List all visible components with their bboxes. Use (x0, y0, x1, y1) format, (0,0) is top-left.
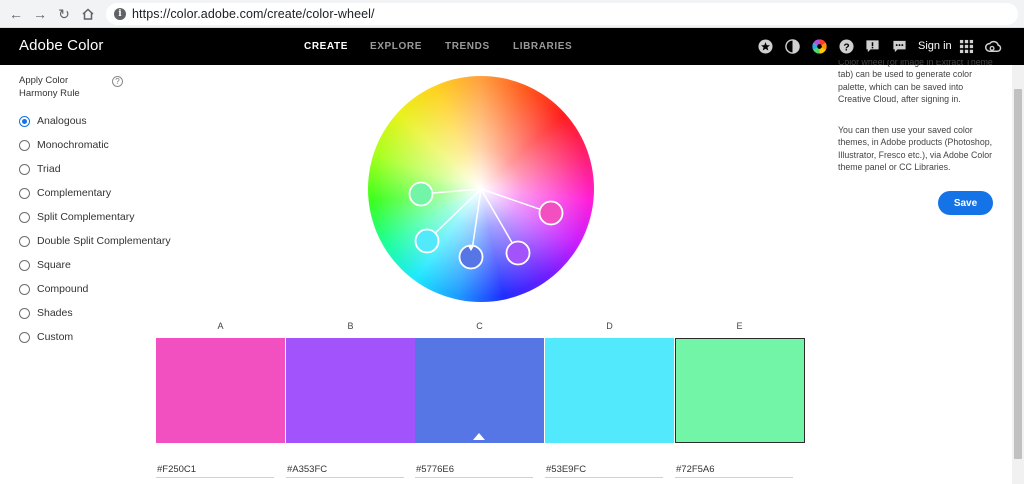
harmony-option-label: Double Split Complementary (37, 235, 171, 247)
info-paragraph-1: Color wheel (or image in Extract Theme t… (838, 60, 998, 106)
harmony-option-analogous[interactable]: Analogous (19, 113, 87, 129)
harmony-option-label: Square (37, 259, 71, 271)
wheel-handle-a[interactable] (538, 200, 564, 226)
radio-icon[interactable] (19, 211, 30, 223)
hex-input-e[interactable]: #72F5A6 (675, 462, 793, 478)
chat-icon[interactable] (892, 39, 907, 54)
help-icon[interactable]: ? (839, 39, 854, 54)
harmony-option-custom[interactable]: Custom (19, 329, 73, 345)
swatch-b[interactable] (286, 338, 415, 443)
hex-input-c[interactable]: #5776E6 (415, 462, 533, 478)
reload-icon[interactable]: ↻ (54, 4, 74, 24)
harmony-option-shades[interactable]: Shades (19, 305, 73, 321)
harmony-option-label: Compound (37, 283, 89, 295)
harmony-option-compound[interactable]: Compound (19, 281, 88, 297)
swatch-c[interactable] (415, 338, 544, 443)
creative-cloud-icon[interactable] (984, 39, 1002, 54)
save-button[interactable]: Save (938, 191, 993, 215)
hex-input-b[interactable]: #A353FC (286, 462, 404, 478)
back-icon[interactable]: ← (6, 4, 26, 24)
hex-input-d[interactable]: #53E9FC (545, 462, 663, 478)
harmony-option-label: Custom (37, 331, 74, 343)
harmony-option-complementary[interactable]: Complementary (19, 185, 111, 201)
swatch-label-d: D (606, 321, 613, 331)
forward-icon[interactable]: → (30, 4, 50, 24)
sign-in-link[interactable]: Sign in (918, 40, 952, 52)
radio-icon[interactable] (19, 283, 30, 295)
wheel-handle-d[interactable] (414, 228, 440, 254)
harmony-option-monochromatic[interactable]: Monochromatic (19, 137, 109, 153)
harmony-option-label: Split Complementary (37, 211, 135, 223)
harmony-option-label: Complementary (37, 187, 112, 199)
url-text: https://color.adobe.com/create/color-whe… (132, 7, 375, 21)
site-info-icon[interactable]: i (114, 8, 126, 20)
harmony-option-label: Analogous (37, 115, 87, 127)
radio-icon[interactable] (19, 163, 30, 175)
feedback-icon[interactable] (865, 39, 880, 54)
radio-icon[interactable] (19, 331, 30, 343)
harmony-rule-title: Apply Color Harmony Rule (19, 75, 80, 99)
harmony-option-label: Monochromatic (37, 139, 109, 151)
swatch-label-a: A (217, 321, 224, 331)
color-wheel-icon[interactable] (812, 39, 827, 54)
contrast-icon[interactable] (785, 39, 800, 54)
color-wheel[interactable] (368, 76, 594, 302)
page-scrollbar[interactable] (1012, 65, 1024, 484)
nav-libraries[interactable]: LIBRARIES (513, 41, 572, 52)
swatch-d[interactable] (545, 338, 674, 443)
swatch-label-b: B (347, 321, 354, 331)
address-bar[interactable]: i https://color.adobe.com/create/color-w… (106, 3, 1018, 25)
wheel-handle-e[interactable] (408, 181, 434, 207)
radio-checked-icon[interactable] (19, 115, 30, 127)
svg-text:?: ? (843, 42, 849, 53)
nav-explore[interactable]: EXPLORE (370, 41, 422, 52)
radio-icon[interactable] (19, 307, 30, 319)
harmony-option-label: Shades (37, 307, 73, 319)
radio-icon[interactable] (19, 139, 30, 151)
wheel-handles (408, 181, 564, 270)
swatch-a[interactable] (156, 338, 285, 443)
info-paragraph-2: You can then use your saved color themes… (838, 125, 993, 172)
harmony-option-label: Triad (37, 163, 61, 175)
wheel-handle-b[interactable] (505, 240, 531, 266)
swatch-label-e: E (736, 321, 743, 331)
radio-icon[interactable] (19, 259, 30, 271)
radio-icon[interactable] (19, 235, 30, 247)
harmony-option-square[interactable]: Square (19, 257, 71, 273)
browser-toolbar: ← → ↻ i https://color.adobe.com/create/c… (0, 0, 1024, 28)
nav-trends[interactable]: TRENDS (445, 41, 490, 52)
scrollbar-thumb[interactable] (1014, 89, 1022, 459)
harmony-option-triad[interactable]: Triad (19, 161, 61, 177)
apps-grid-icon[interactable] (959, 39, 974, 54)
harmony-help-icon[interactable]: ? (112, 76, 123, 87)
star-icon[interactable] (758, 39, 773, 54)
harmony-option-double-split-complementary[interactable]: Double Split Complementary (19, 233, 171, 249)
nav-create[interactable]: CREATE (304, 41, 348, 52)
base-color-caret-icon (473, 433, 485, 440)
hex-input-a[interactable]: #F250C1 (156, 462, 274, 478)
swatch-label-c: C (476, 321, 483, 331)
info-paragraph-1-text: Color wheel (or image in Extract Theme t… (838, 60, 993, 104)
harmony-option-split-complementary[interactable]: Split Complementary (19, 209, 134, 225)
brand-logo[interactable]: Adobe Color (19, 37, 104, 54)
radio-icon[interactable] (19, 187, 30, 199)
home-icon[interactable] (78, 4, 98, 24)
swatch-e[interactable] (675, 338, 805, 443)
